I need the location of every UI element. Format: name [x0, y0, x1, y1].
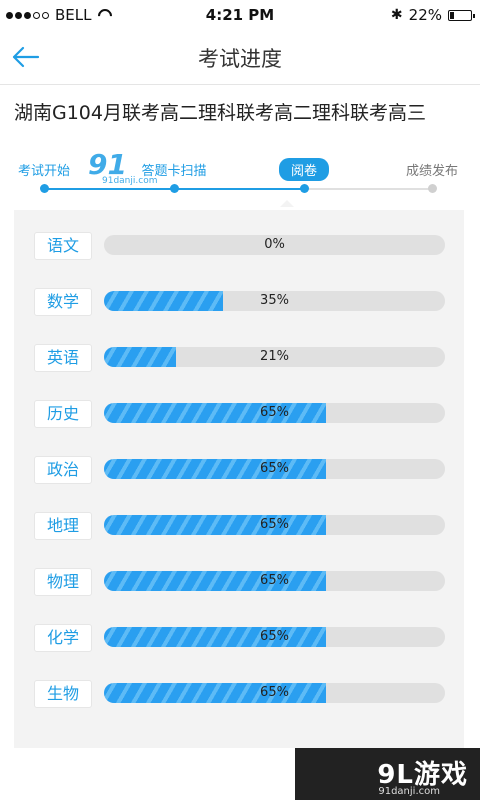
step-dot-marking — [299, 184, 309, 193]
subject-row[interactable]: 历史 65% — [34, 400, 446, 428]
subject-tag[interactable]: 物理 — [34, 568, 92, 596]
progress-bar: 65% — [104, 459, 445, 479]
progress-percent: 21% — [260, 349, 289, 364]
subject-tag[interactable]: 政治 — [34, 456, 92, 484]
subject-row[interactable]: 生物 65% — [34, 680, 446, 708]
subject-row[interactable]: 政治 65% — [34, 456, 446, 484]
subject-tag[interactable]: 化学 — [34, 624, 92, 652]
progress-bar: 65% — [104, 403, 445, 423]
subject-row[interactable]: 数学 35% — [34, 288, 446, 316]
battery-icon — [448, 9, 475, 21]
progress-percent: 65% — [260, 629, 289, 644]
subject-tag[interactable]: 数学 — [34, 288, 92, 316]
progress-percent: 65% — [260, 685, 289, 700]
battery-percent: 22% — [408, 6, 442, 24]
progress-percent: 65% — [260, 461, 289, 476]
subject-tag[interactable]: 英语 — [34, 344, 92, 372]
progress-steps: 考试开始 答题卡扫描 阅卷 成绩发布 — [0, 150, 480, 210]
page-title: 考试进度 — [198, 47, 282, 71]
subject-progress-panel: 语文 0% 数学 35% 英语 21% 历史 65% 政治 65% 地理 65% 物理 65% 化学 65% 生… — [14, 210, 464, 748]
nav-bar: 考试进度 — [0, 30, 480, 85]
progress-bar: 65% — [104, 571, 445, 591]
progress-percent: 65% — [260, 517, 289, 532]
subject-row[interactable]: 地理 65% — [34, 512, 446, 540]
subject-row[interactable]: 英语 21% — [34, 344, 446, 372]
watermark-logo-url: 91danji.com — [102, 176, 158, 186]
subject-row[interactable]: 化学 65% — [34, 624, 446, 652]
progress-percent: 65% — [260, 405, 289, 420]
status-bar: BELL 4:21 PM ✱ 22% — [0, 0, 480, 30]
progress-bar: 65% — [104, 515, 445, 535]
progress-bar: 65% — [104, 683, 445, 703]
watermark-url: 91danji.com — [378, 786, 440, 797]
progress-bar: 21% — [104, 347, 445, 367]
subject-row[interactable]: 语文 0% — [34, 232, 446, 260]
status-right: ✱ 22% — [390, 6, 475, 24]
step-dot-scan — [169, 184, 179, 193]
progress-percent: 35% — [260, 293, 289, 308]
progress-bar: 65% — [104, 627, 445, 647]
step-label-marking: 阅卷 — [278, 158, 330, 181]
progress-percent: 0% — [264, 237, 285, 252]
subject-tag[interactable]: 历史 — [34, 400, 92, 428]
progress-bar: 0% — [104, 235, 445, 255]
step-label-publish: 成绩发布 — [405, 164, 459, 179]
progress-bar: 35% — [104, 291, 445, 311]
subject-tag[interactable]: 语文 — [34, 232, 92, 260]
step-dot-publish — [427, 184, 437, 193]
step-pointer — [280, 200, 294, 207]
bluetooth-icon: ✱ — [390, 7, 403, 23]
step-label-start: 考试开始 — [17, 164, 71, 179]
step-line-pending — [304, 188, 434, 190]
subject-tag[interactable]: 生物 — [34, 680, 92, 708]
step-dot-start — [39, 184, 49, 193]
subject-row[interactable]: 物理 65% — [34, 568, 446, 596]
subject-tag[interactable]: 地理 — [34, 512, 92, 540]
exam-name: 湖南G104月联考高二理科联考高二理科联考高三 — [14, 102, 426, 124]
progress-percent: 65% — [260, 573, 289, 588]
